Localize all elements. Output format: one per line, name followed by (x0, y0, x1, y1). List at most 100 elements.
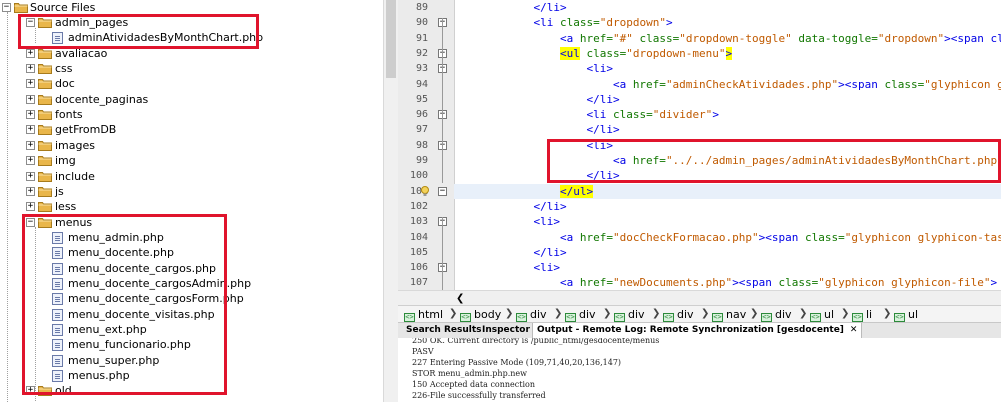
code-line[interactable]: <ul class="dropdown-menu"> (454, 46, 733, 61)
scrollbar-thumb[interactable] (386, 0, 396, 78)
output-tab[interactable]: Search Results (402, 323, 486, 338)
code-editor[interactable]: 89 90−91 92−93−94 95 96−97 98−99 100 101−102 103… (398, 0, 1001, 290)
code-token: href= (579, 32, 613, 45)
breadcrumb-separator-icon: ❯ (449, 308, 458, 319)
code-token: "dropdown" (877, 32, 945, 45)
code-token: class= (632, 32, 680, 45)
tree-item[interactable]: + include (0, 169, 380, 184)
root-collapse-icon[interactable]: − (2, 3, 11, 12)
breadcrumb-item[interactable]: <> ul (810, 308, 835, 322)
html-tag-icon: <> (712, 313, 723, 322)
code-token: "adminCheckAtividades.php" (665, 78, 839, 91)
code-token: > (725, 47, 733, 60)
code-token: <a (454, 78, 633, 91)
tree-expander-icon[interactable]: + (26, 156, 35, 165)
highlight-box-menus (22, 214, 227, 395)
code-line[interactable]: <li> (454, 61, 613, 76)
tree-expander-icon[interactable]: + (26, 95, 35, 104)
fold-guide (442, 18, 443, 183)
tree-item[interactable]: + images (0, 138, 380, 153)
code-line[interactable]: <li> (454, 214, 560, 229)
close-tab-icon[interactable]: ✕ (850, 325, 858, 335)
tree-expander-icon[interactable]: + (26, 110, 35, 119)
html-tag-icon: <> (663, 313, 674, 322)
breadcrumb-item[interactable]: <> html (404, 308, 443, 322)
breadcrumb-separator-icon: ❯ (750, 308, 759, 319)
breadcrumb-item[interactable]: <> ul (894, 308, 919, 322)
code-line[interactable]: </li> (454, 245, 566, 260)
line-number: 99 (415, 155, 428, 166)
code-line[interactable]: <a href="newDocuments.php"><span class="… (454, 275, 1001, 290)
code-line[interactable]: <a href="adminCheckAtividades.php"><span… (454, 77, 1001, 92)
html-tag-icon: <> (460, 313, 471, 322)
line-number: 97 (415, 124, 428, 135)
line-number: 102 (409, 201, 428, 212)
line-number: 93 (415, 63, 428, 74)
tree-item[interactable]: + fonts (0, 107, 380, 122)
tree-expander-icon[interactable]: + (26, 49, 35, 58)
breadcrumb-separator-icon: ❯ (554, 308, 563, 319)
breadcrumb-label: ul (824, 308, 835, 321)
tree-item[interactable]: + less (0, 199, 380, 214)
tree-item[interactable]: + doc (0, 76, 380, 91)
breadcrumb-label: div (579, 308, 596, 321)
code-token: ><span (838, 78, 885, 91)
line-number: 94 (415, 79, 428, 90)
code-line[interactable]: </li> (454, 0, 567, 15)
code-line[interactable]: <li class="dropdown"> (454, 15, 672, 30)
breadcrumb-item[interactable]: <> body (460, 308, 501, 322)
code-line[interactable]: </li> (454, 199, 566, 214)
code-token: "glyphicon glyphicon-file" (818, 276, 991, 289)
html-tag-icon: <> (614, 313, 625, 322)
tree-item[interactable]: + getFromDB (0, 122, 380, 137)
code-line[interactable]: <a href="#" class="dropdown-toggle" data… (454, 31, 1001, 46)
breadcrumb-item[interactable]: <> div (614, 308, 645, 322)
html-tag-icon: <> (404, 313, 415, 322)
output-tab[interactable]: Output - Remote Log: Remote Synchronizat… (532, 323, 863, 338)
code-token: </li> (454, 1, 567, 14)
line-number: 100 (409, 170, 428, 181)
code-token: ><span (732, 276, 779, 289)
line-number: 103 (409, 216, 428, 227)
tree-expander-icon[interactable]: + (26, 187, 35, 196)
tree-item[interactable]: + js (0, 184, 380, 199)
tree-expander-icon[interactable]: + (26, 125, 35, 134)
tree-item-label: css (55, 62, 73, 75)
editor-horizontal-scrollbar[interactable]: ❮ (398, 290, 1001, 306)
code-line[interactable]: </li> (454, 92, 619, 107)
line-number-gutter: 89 90−91 92−93−94 95 96−97 98−99 100 101−102 103… (398, 0, 455, 290)
html-tag-icon: <> (761, 313, 772, 322)
tree-item[interactable]: + docente_paginas (0, 92, 380, 107)
code-line[interactable]: <li class="divider"> (454, 107, 719, 122)
code-line[interactable]: <a href="docCheckFormacao.php"><span cla… (454, 230, 1001, 245)
breadcrumb-item[interactable]: <> nav (712, 308, 746, 322)
tree-item[interactable]: + img (0, 153, 380, 168)
code-line[interactable]: </ul> (454, 184, 594, 199)
tree-item-label: img (55, 154, 76, 167)
tree-expander-icon[interactable]: + (26, 202, 35, 211)
breadcrumb-item[interactable]: <> div (516, 308, 547, 322)
tree-expander-icon[interactable]: + (26, 79, 35, 88)
code-line[interactable]: </li> (454, 122, 619, 137)
tree-expander-icon[interactable]: + (26, 64, 35, 73)
output-tab[interactable]: Inspector (478, 323, 534, 338)
tree-expander-icon[interactable]: + (26, 172, 35, 181)
code-token: "dropdown" (599, 16, 666, 29)
fold-guide (442, 217, 443, 290)
breadcrumb-label: ul (908, 308, 919, 321)
code-line[interactable]: <li> (454, 260, 560, 275)
scroll-left-icon[interactable]: ❮ (456, 291, 464, 306)
tree-item[interactable]: + css (0, 61, 380, 76)
tree-vertical-scrollbar[interactable] (383, 0, 398, 402)
breadcrumb-item[interactable]: <> li (852, 308, 872, 322)
code-token: "docCheckFormacao.php" (612, 231, 759, 244)
breadcrumb-item[interactable]: <> div (565, 308, 596, 322)
code-fold-icon[interactable]: − (438, 187, 447, 196)
code-token: class= (612, 108, 653, 121)
breadcrumb-item[interactable]: <> div (663, 308, 694, 322)
lightbulb-icon[interactable] (420, 186, 430, 197)
breadcrumb-label: div (628, 308, 645, 321)
breadcrumb-item[interactable]: <> div (761, 308, 792, 322)
tree-expander-icon[interactable]: + (26, 141, 35, 150)
line-number: 107 (409, 277, 428, 288)
